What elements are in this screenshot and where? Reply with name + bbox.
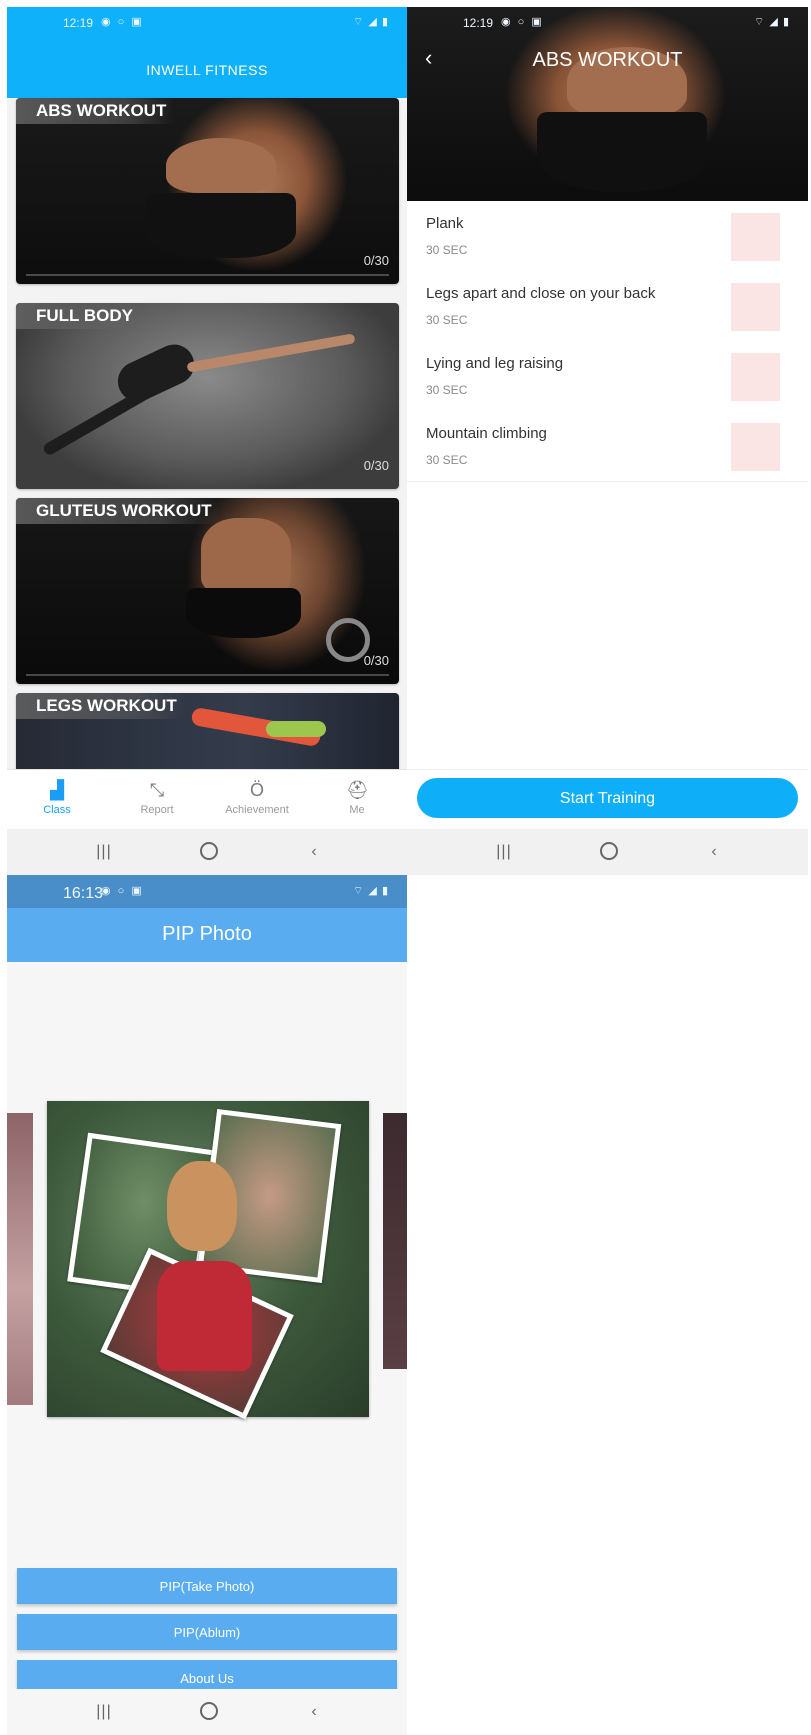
- exercise-name: Mountain climbing: [426, 425, 547, 442]
- exercise-thumbnail: [731, 213, 780, 261]
- exercise-name: Plank: [426, 215, 464, 232]
- app-bar: PIP Photo: [7, 908, 407, 962]
- workout-card-gluteus[interactable]: GLUTEUS WORKOUT 0/30: [16, 498, 399, 684]
- status-time: 16:13: [63, 885, 104, 902]
- exercise-duration: 30 SEC: [426, 453, 468, 467]
- arrows-icon: ⤡: [149, 780, 165, 800]
- exercise-duration: 30 SEC: [426, 243, 468, 257]
- fitness-home-screen: 12:19 ◉ ○ ▣ ⌔ ◢ ▮ INWELL FITNESS ABS WOR…: [7, 7, 407, 875]
- signal-battery-icon: ⌔ ◢ ▮: [754, 16, 790, 28]
- notification-icons: ◉ ○ ▣: [101, 885, 144, 897]
- system-nav-bar: ||| ‹: [7, 1689, 407, 1735]
- pip-photo-screen: 16:13 ◉ ○ ▣ ⌔ ◢ ▮ PIP Photo PIP(Take Pho…: [7, 875, 407, 1735]
- page-title: ABS WORKOUT: [532, 49, 683, 71]
- exercise-row[interactable]: Plank 30 SEC: [407, 201, 808, 272]
- system-nav-bar: ||| ‹: [407, 829, 808, 875]
- workout-photo-leg: [41, 381, 161, 457]
- medal-icon: Ö: [249, 780, 264, 800]
- status-bar: 12:19 ◉ ○ ▣ ⌔ ◢ ▮: [407, 7, 808, 37]
- exercise-row[interactable]: Legs apart and close on your back 30 SEC: [407, 271, 808, 342]
- workout-photo-shorts: [186, 588, 301, 638]
- workout-photo-arm: [186, 333, 356, 373]
- carousel-next-preview[interactable]: [383, 1113, 407, 1369]
- portrait-hair: [167, 1161, 237, 1251]
- back-icon[interactable]: ‹: [299, 1702, 329, 1722]
- progress-bar: [26, 274, 389, 276]
- exercise-duration: 30 SEC: [426, 313, 468, 327]
- tab-achievement[interactable]: Ö Achievement: [207, 770, 307, 830]
- bar-chart-icon: ▟: [50, 780, 64, 800]
- carousel-prev-preview[interactable]: [7, 1113, 33, 1405]
- progress-count: 0/30: [363, 458, 389, 473]
- status-bar: 12:19 ◉ ○ ▣ ⌔ ◢ ▮: [7, 7, 407, 37]
- card-title: LEGS WORKOUT: [16, 693, 185, 719]
- workout-card-full-body[interactable]: FULL BODY 0/30: [16, 303, 399, 489]
- tab-label: Me: [349, 804, 365, 816]
- exercise-name: Legs apart and close on your back: [426, 285, 656, 302]
- workout-photo: [166, 138, 276, 193]
- tab-me[interactable]: ⛑ Me: [307, 770, 407, 830]
- pip-template-preview[interactable]: [47, 1101, 369, 1420]
- back-icon[interactable]: ‹: [699, 842, 729, 862]
- app-header: 12:19 ◉ ○ ▣ ⌔ ◢ ▮ INWELL FITNESS: [7, 7, 407, 98]
- progress-count: 0/30: [363, 653, 389, 668]
- exercise-thumbnail: [731, 353, 780, 401]
- back-icon[interactable]: ‹: [299, 842, 329, 862]
- app-title: PIP Photo: [162, 923, 252, 945]
- start-training-button[interactable]: Start Training: [417, 778, 798, 818]
- person-icon: ⛑: [346, 780, 369, 800]
- home-icon[interactable]: [200, 1702, 218, 1720]
- exercise-thumbnail: [731, 423, 780, 471]
- app-title: INWELL FITNESS: [146, 62, 268, 78]
- notification-icons: ◉ ○ ▣: [101, 16, 144, 28]
- notification-icons: ◉ ○ ▣: [501, 16, 544, 28]
- status-time: 12:19: [463, 16, 494, 30]
- status-bar: 16:13 ◉ ○ ▣ ⌔ ◢ ▮: [7, 875, 407, 908]
- tab-label: Class: [43, 804, 71, 816]
- portrait-dress: [157, 1261, 252, 1371]
- bottom-tab-bar: ▟ Class ⤡ Report Ö Achievement ⛑ Me: [7, 769, 407, 830]
- system-nav-bar: ||| ‹: [7, 829, 407, 875]
- pip-album-button[interactable]: PIP(Ablum): [17, 1614, 397, 1650]
- signal-battery-icon: ⌔ ◢ ▮: [353, 16, 389, 28]
- exercise-thumbnail: [731, 283, 780, 331]
- card-title: ABS WORKOUT: [16, 98, 175, 124]
- exercise-row[interactable]: Lying and leg raising 30 SEC: [407, 341, 808, 412]
- tab-class[interactable]: ▟ Class: [7, 770, 107, 830]
- recent-apps-icon[interactable]: |||: [89, 842, 119, 862]
- workout-photo-shorts: [146, 193, 296, 258]
- recent-apps-icon[interactable]: |||: [489, 842, 519, 862]
- hero-photo-shorts: [537, 112, 707, 192]
- tab-label: Achievement: [225, 804, 289, 816]
- tab-report[interactable]: ⤡ Report: [107, 770, 207, 830]
- workout-detail-screen: 12:19 ◉ ○ ▣ ⌔ ◢ ▮ ‹ ABS WORKOUT Plank 30…: [407, 7, 808, 875]
- workout-card-legs[interactable]: LEGS WORKOUT: [16, 693, 399, 773]
- home-icon[interactable]: [200, 842, 218, 860]
- card-title: GLUTEUS WORKOUT: [16, 498, 220, 524]
- tab-label: Report: [140, 804, 174, 816]
- home-icon[interactable]: [600, 842, 618, 860]
- pip-take-photo-button[interactable]: PIP(Take Photo): [17, 1568, 397, 1604]
- card-title: FULL BODY: [16, 303, 141, 329]
- recent-apps-icon[interactable]: |||: [89, 1702, 119, 1722]
- exercise-name: Lying and leg raising: [426, 355, 564, 372]
- exercise-duration: 30 SEC: [426, 383, 468, 397]
- workout-card-abs[interactable]: ABS WORKOUT 0/30: [16, 98, 399, 284]
- exercise-row[interactable]: Mountain climbing 30 SEC: [407, 411, 808, 482]
- hero-image: 12:19 ◉ ○ ▣ ⌔ ◢ ▮ ‹ ABS WORKOUT: [407, 7, 808, 201]
- workout-photo: [201, 518, 291, 593]
- workout-photo-shorts: [266, 721, 326, 737]
- status-time: 12:19: [63, 16, 94, 30]
- progress-count: 0/30: [363, 253, 389, 268]
- progress-bar: [26, 674, 389, 676]
- signal-battery-icon: ⌔ ◢ ▮: [353, 885, 389, 897]
